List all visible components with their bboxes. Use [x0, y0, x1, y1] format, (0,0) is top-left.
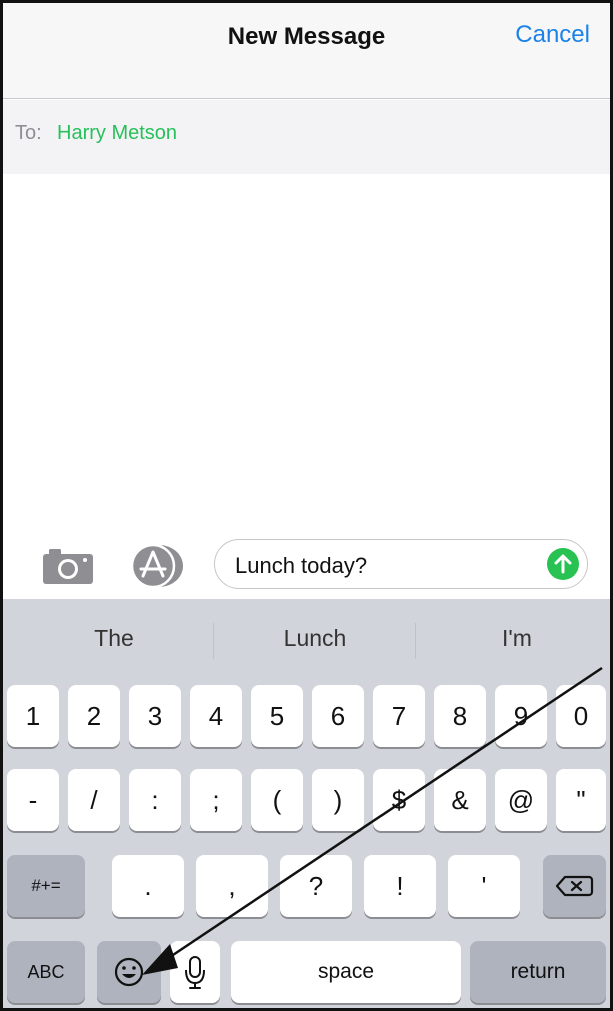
message-screen: New Message Cancel To: Harry Metson Lunc…	[0, 0, 613, 1011]
camera-icon[interactable]	[41, 547, 95, 585]
message-input-value: Lunch today?	[235, 553, 368, 578]
nav-bar: New Message Cancel	[3, 3, 610, 99]
key-at[interactable]: @	[495, 769, 547, 831]
suggestion-1[interactable]: The	[13, 625, 215, 652]
key-4[interactable]: 4	[190, 685, 242, 747]
to-label: To:	[15, 122, 42, 144]
key-close-paren[interactable]: )	[312, 769, 364, 831]
key-8[interactable]: 8	[434, 685, 486, 747]
space-key[interactable]: space	[231, 941, 461, 1003]
key-apostrophe[interactable]: '	[448, 855, 520, 917]
keyboard: The Lunch I'm 1 2 3 4 5 6 7 8 9 0 - / : …	[3, 599, 610, 1008]
message-input[interactable]: Lunch today?	[214, 539, 588, 589]
key-0[interactable]: 0	[556, 685, 606, 747]
dictation-key[interactable]	[170, 941, 220, 1003]
key-7[interactable]: 7	[373, 685, 425, 747]
key-ampersand[interactable]: &	[434, 769, 486, 831]
return-key[interactable]: return	[470, 941, 606, 1003]
key-2[interactable]: 2	[68, 685, 120, 747]
key-5[interactable]: 5	[251, 685, 303, 747]
app-store-icon[interactable]	[127, 543, 185, 589]
suggestion-2[interactable]: Lunch	[214, 625, 416, 652]
predictive-bar: The Lunch I'm	[3, 599, 610, 679]
key-exclamation[interactable]: !	[364, 855, 436, 917]
key-dash[interactable]: -	[7, 769, 59, 831]
emoji-key[interactable]	[97, 941, 161, 1003]
microphone-icon	[185, 956, 205, 989]
key-dollar[interactable]: $	[373, 769, 425, 831]
key-open-paren[interactable]: (	[251, 769, 303, 831]
symbols-toggle-key[interactable]: #+=	[7, 855, 85, 917]
key-3[interactable]: 3	[129, 685, 181, 747]
key-9[interactable]: 9	[495, 685, 547, 747]
key-colon[interactable]: :	[129, 769, 181, 831]
delete-key[interactable]	[543, 855, 606, 917]
recipient-row[interactable]: To: Harry Metson	[3, 100, 610, 174]
key-period[interactable]: .	[112, 855, 184, 917]
message-thread	[3, 174, 610, 539]
recipient-name[interactable]: Harry Metson	[57, 122, 177, 145]
emoji-icon	[114, 957, 144, 987]
key-6[interactable]: 6	[312, 685, 364, 747]
key-comma[interactable]: ,	[196, 855, 268, 917]
cancel-button[interactable]: Cancel	[515, 21, 590, 49]
delete-icon	[555, 875, 594, 897]
key-1[interactable]: 1	[7, 685, 59, 747]
key-semicolon[interactable]: ;	[190, 769, 242, 831]
send-arrow-icon	[554, 554, 572, 574]
abc-key[interactable]: ABC	[7, 941, 85, 1003]
key-quote[interactable]: "	[556, 769, 606, 831]
key-slash[interactable]: /	[68, 769, 120, 831]
send-button[interactable]	[547, 548, 579, 580]
key-question[interactable]: ?	[280, 855, 352, 917]
suggestion-3[interactable]: I'm	[416, 625, 610, 652]
composer-bar: Lunch today?	[3, 533, 610, 599]
